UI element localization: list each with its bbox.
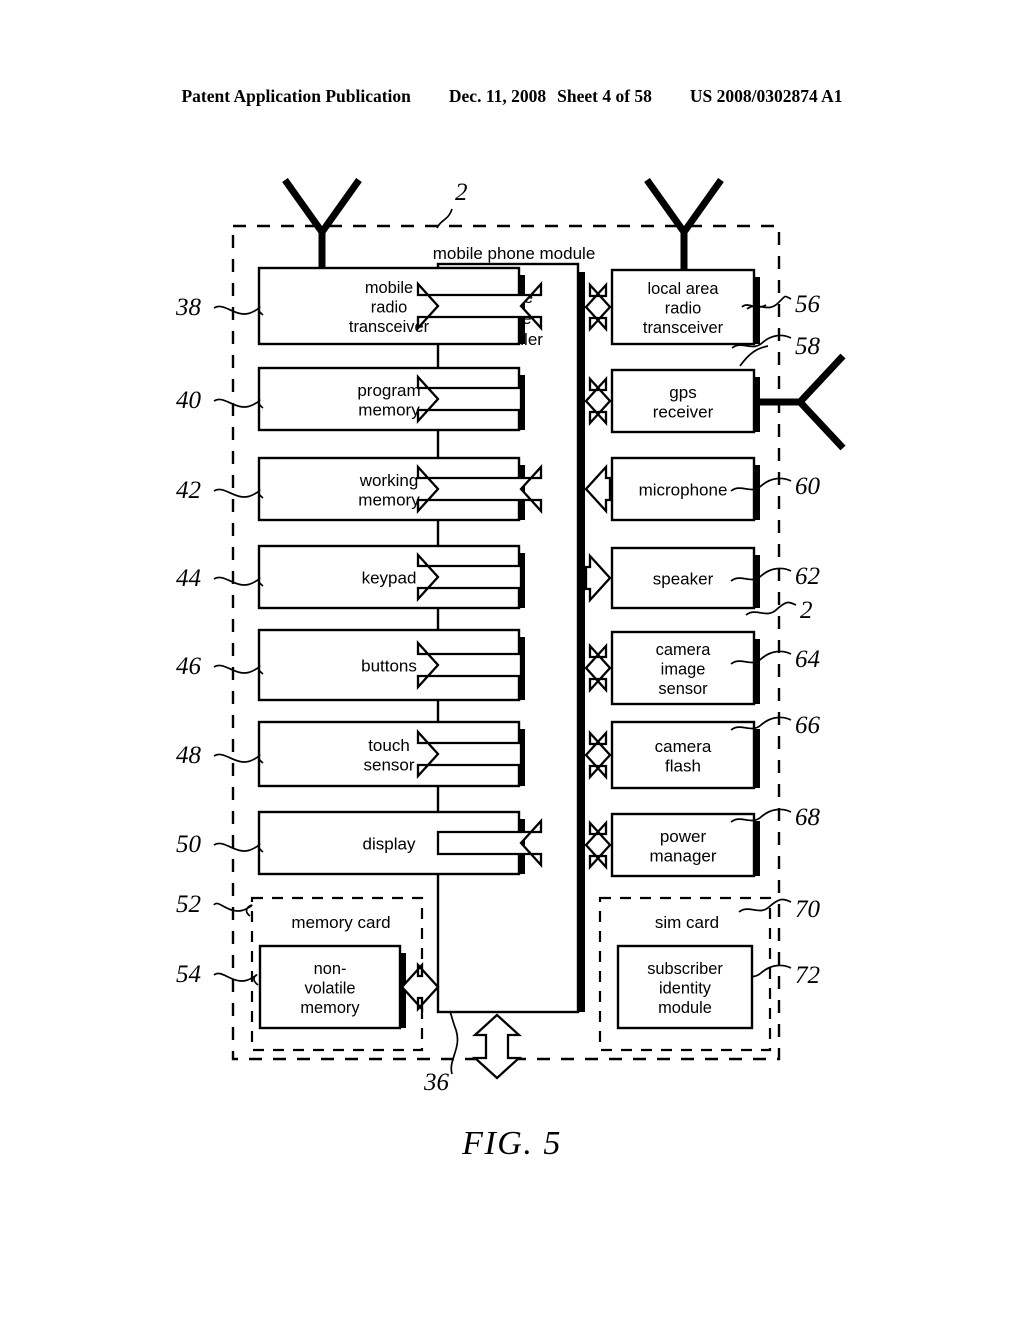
- block-label: radio: [371, 299, 407, 317]
- block-label: radio: [665, 300, 701, 318]
- reference-66: 66: [795, 712, 821, 739]
- block-label: sensor: [658, 680, 708, 698]
- reference-leader: [738, 898, 792, 913]
- block-label: power: [660, 827, 707, 846]
- block-label: touch: [368, 736, 410, 755]
- antenna-icon-gps: [754, 353, 846, 451]
- block-68[interactable]: powermanager: [610, 812, 760, 878]
- block-label: identity: [659, 980, 712, 998]
- reference-46: 46: [176, 653, 202, 680]
- reference-44: 44: [176, 565, 201, 592]
- block-label: buttons: [361, 657, 417, 676]
- block-label: non-: [314, 960, 347, 978]
- block-label: working: [359, 471, 419, 490]
- antenna-icon-local-area: [644, 177, 724, 270]
- block-label: receiver: [653, 402, 714, 421]
- reference-36: 36: [423, 1069, 450, 1096]
- block-label: image: [661, 661, 706, 679]
- block-56[interactable]: local area radiotransceiver: [610, 268, 760, 346]
- reference-38: 38: [175, 294, 202, 321]
- reference-58: 58: [795, 333, 821, 360]
- block-66[interactable]: cameraflash: [610, 720, 760, 790]
- reference-56: 56: [795, 291, 821, 318]
- reference-2: 2: [455, 179, 468, 206]
- reference-2: 2: [800, 597, 813, 624]
- block-label: microphone: [639, 481, 728, 500]
- block-label: manager: [649, 846, 716, 865]
- block-label: memory: [300, 999, 360, 1017]
- connector-arrow-54: [400, 962, 440, 1012]
- reference-64: 64: [795, 646, 820, 673]
- block-label: sensor: [363, 755, 414, 774]
- block-label: volatile: [304, 980, 355, 998]
- reference-68: 68: [795, 804, 821, 831]
- block-label: memory: [358, 400, 420, 419]
- reference-52: 52: [176, 891, 201, 918]
- block-label: module: [658, 999, 712, 1017]
- antenna-icon-mobile-radio: [282, 177, 362, 268]
- reference-72: 72: [795, 962, 820, 989]
- figure-caption: FIG. 5: [462, 1125, 562, 1162]
- module-title: mobile phone module: [433, 244, 596, 263]
- block-58[interactable]: gpsreceiver: [610, 368, 760, 434]
- connector-arrow-64: [584, 643, 612, 693]
- block-label: camera: [656, 641, 712, 659]
- block-label: local area: [647, 280, 719, 298]
- reference-50: 50: [176, 831, 202, 858]
- reference-40: 40: [176, 387, 202, 414]
- reference-60: 60: [795, 473, 821, 500]
- block-label: keypad: [362, 569, 417, 588]
- block-label: gps: [669, 383, 696, 402]
- block-label: program: [357, 381, 420, 400]
- block-label: flash: [665, 756, 701, 775]
- reference-62: 62: [795, 563, 820, 590]
- connector-arrow-62: [584, 553, 612, 603]
- reference-leader: [213, 488, 264, 499]
- block-label: subscriber: [647, 960, 723, 978]
- connector-arrow-68: [584, 820, 612, 870]
- block-72[interactable]: subscriber identitymodule: [616, 944, 754, 1030]
- connector-arrow-58: [584, 376, 612, 426]
- block-label: speaker: [653, 570, 714, 589]
- sim-card-label: sim card: [655, 913, 719, 932]
- reference-48: 48: [176, 742, 202, 769]
- bus-connector-arrow: [472, 1013, 522, 1080]
- block-64[interactable]: camera imagesensor: [610, 630, 760, 706]
- block-label: camera: [655, 737, 712, 756]
- block-54[interactable]: non-volatilememory: [258, 944, 406, 1030]
- reference-leader: [449, 1011, 459, 1075]
- reference-leader: [213, 398, 264, 409]
- connector-arrow-66: [584, 730, 612, 780]
- block-label: transceiver: [643, 319, 724, 337]
- reference-leader: [213, 305, 264, 316]
- reference-42: 42: [176, 477, 201, 504]
- block-label: mobile: [365, 279, 413, 297]
- block-label: memory: [358, 490, 420, 509]
- block-label: display: [363, 835, 416, 854]
- connector-arrow-60: [584, 464, 612, 514]
- memory-card-label: memory card: [291, 913, 390, 932]
- reference-70: 70: [795, 896, 821, 923]
- reference-leader: [213, 842, 264, 853]
- reference-leader: [213, 753, 264, 764]
- reference-leader: [213, 664, 264, 675]
- figure-5-block-diagram: mobile phone module2mobilephonecontrolle…: [175, 177, 846, 1096]
- reference-54: 54: [176, 961, 201, 988]
- reference-leader: [739, 345, 769, 367]
- reference-leader: [213, 576, 264, 587]
- connector-arrow-56: [584, 282, 612, 332]
